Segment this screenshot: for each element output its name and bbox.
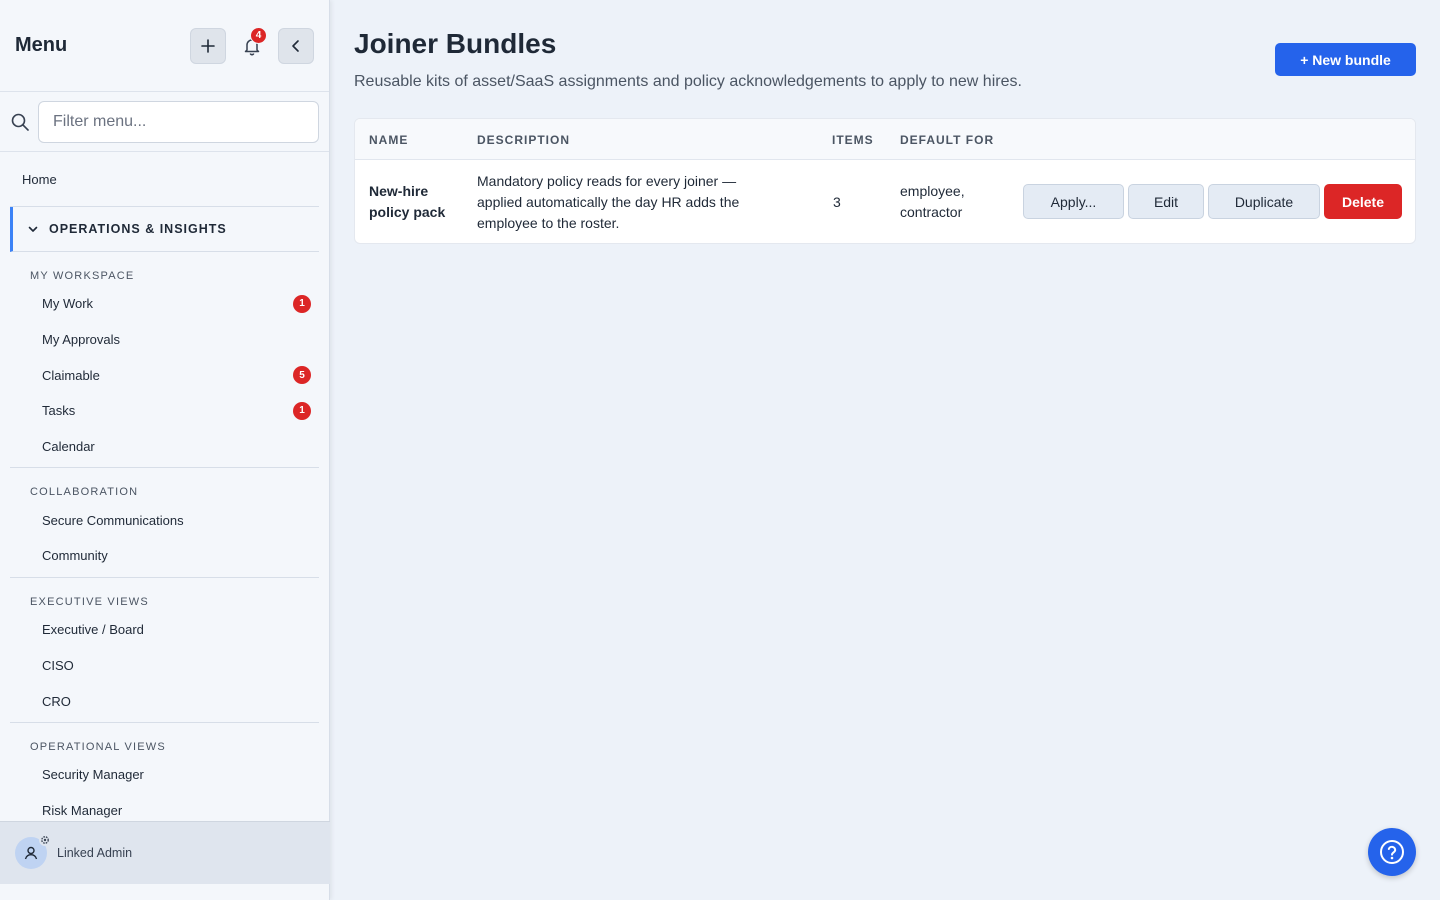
avatar[interactable] — [15, 834, 51, 869]
nav-group-title: COLLABORATION — [30, 486, 139, 499]
sidebar-item-label: My Approvals — [42, 332, 121, 348]
nav-group: OPERATIONAL VIEWS Security Manager Risk Ma… — [10, 723, 319, 833]
nav-group: MY WORKSPACE My Work 1 My Approvals Claimabl… — [10, 252, 319, 469]
page-title: Joiner Bundles — [354, 28, 557, 59]
count-badge: 1 — [293, 401, 311, 420]
sidebar-item-executive-board[interactable]: Executive / Board — [10, 612, 319, 648]
sidebar-item-label: CISO — [42, 657, 74, 673]
column-header-name: NAME — [369, 132, 409, 147]
sidebar-item-my-approvals[interactable]: My Approvals — [10, 322, 319, 358]
help-icon — [1380, 840, 1404, 864]
bundle-name: New-hire policy pack — [369, 183, 446, 220]
sidebar-item-my-work[interactable]: My Work 1 — [10, 286, 319, 322]
table-header: NAME DESCRIPTION ITEMS DEFAULT FOR — [355, 119, 1415, 160]
chevron-left-icon — [292, 39, 299, 52]
help-button[interactable] — [1368, 828, 1416, 876]
sidebar-item-tasks[interactable]: Tasks 1 — [10, 393, 319, 429]
notifications-badge: 4 — [250, 26, 267, 44]
duplicate-button[interactable]: Duplicate — [1208, 184, 1320, 219]
edit-button[interactable]: Edit — [1128, 184, 1204, 219]
count-badge: 1 — [293, 294, 311, 313]
bundle-default-for: employee, contractor — [900, 183, 965, 220]
sidebar-title: Menu — [15, 34, 68, 56]
bundles-table: NAME DESCRIPTION ITEMS DEFAULT FOR New-h… — [354, 118, 1416, 244]
bundle-items-count: 3 — [833, 194, 841, 210]
column-header-description: DESCRIPTION — [477, 132, 571, 147]
chevron-down-icon — [28, 226, 38, 232]
sidebar-item-claimable[interactable]: Claimable 5 — [10, 357, 319, 393]
filter-menu-input[interactable] — [38, 100, 319, 143]
nav-group-title: OPERATIONAL VIEWS — [30, 740, 166, 753]
sidebar-search — [0, 92, 329, 152]
section-toggle-operations-insights[interactable]: OPERATIONS & INSIGHTS — [10, 207, 319, 252]
user-footer[interactable]: Linked Admin — [0, 821, 330, 884]
delete-button[interactable]: Delete — [1324, 184, 1402, 219]
sidebar-item-label: Claimable — [42, 367, 100, 383]
sidebar-header: Menu 4 — [0, 0, 329, 92]
apply-button[interactable]: Apply... — [1023, 184, 1124, 219]
sidebar-item-community[interactable]: Community — [10, 538, 319, 574]
sidebar-item-label: CRO — [42, 693, 71, 709]
sidebar-item-label: Calendar — [42, 439, 95, 455]
sidebar-item-label: Secure Communications — [42, 512, 184, 528]
sidebar-groups: MY WORKSPACE My Work 1 My Approvals Claimabl… — [0, 252, 329, 833]
gear-icon — [39, 834, 51, 846]
user-icon — [24, 846, 38, 860]
table-row: New-hire policy pack Mandatory policy re… — [355, 160, 1415, 243]
bundle-description: Mandatory policy reads for every joiner … — [477, 173, 740, 231]
sidebar-item-secure-communications[interactable]: Secure Communications — [10, 502, 319, 538]
notifications-button[interactable]: 4 — [234, 26, 270, 64]
page-subtitle: Reusable kits of asset/SaaS assignments … — [354, 73, 1022, 90]
sidebar-item-label: Tasks — [42, 403, 76, 419]
sidebar-item-calendar[interactable]: Calendar — [10, 429, 319, 465]
plus-icon — [201, 38, 215, 53]
section-label: OPERATIONS & INSIGHTS — [49, 222, 227, 236]
column-header-default-for: DEFAULT FOR — [900, 132, 995, 147]
count-badge: 5 — [293, 366, 311, 385]
nav-group: EXECUTIVE VIEWS Executive / Board CISO CRO — [10, 578, 319, 723]
user-name: Linked Admin — [57, 846, 133, 860]
sidebar-item-cro[interactable]: CRO — [10, 683, 319, 719]
sidebar: Menu 4 Home OPERATIONS & INSIGHTS MY WOR… — [0, 0, 330, 900]
sidebar-item-label: Executive / Board — [42, 622, 144, 638]
nav-group: COLLABORATION Secure Communications Commun… — [10, 468, 319, 578]
collapse-sidebar-button[interactable] — [278, 27, 314, 64]
sidebar-item-label: Risk Manager — [42, 802, 123, 818]
new-bundle-button[interactable]: + New bundle — [1275, 43, 1416, 76]
sidebar-item-security-manager[interactable]: Security Manager — [10, 757, 319, 793]
add-button[interactable] — [190, 27, 226, 64]
sidebar-item-label: My Work — [42, 296, 94, 312]
search-icon — [11, 113, 29, 131]
sidebar-item-label: Community — [42, 548, 108, 564]
nav-group-title: MY WORKSPACE — [30, 270, 135, 282]
sidebar-item-home[interactable]: Home — [10, 152, 319, 207]
nav-group-title: EXECUTIVE VIEWS — [30, 595, 149, 608]
column-header-items: ITEMS — [832, 132, 874, 147]
sidebar-item-label: Security Manager — [42, 767, 144, 783]
sidebar-item-ciso[interactable]: CISO — [10, 648, 319, 684]
